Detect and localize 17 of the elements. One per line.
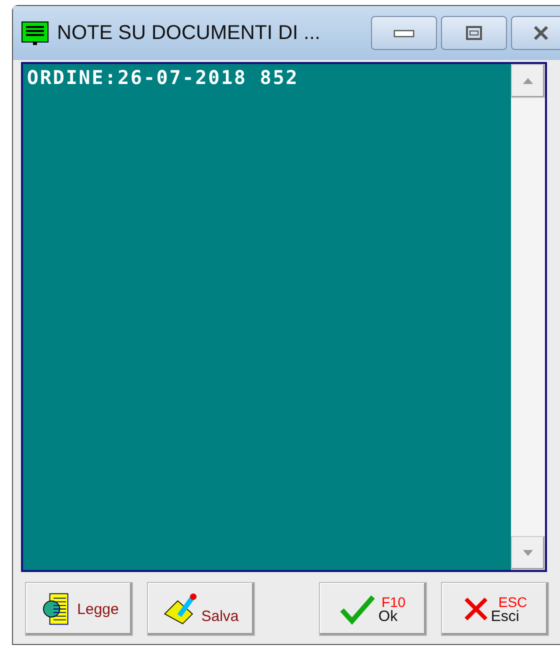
checkmark-icon <box>340 595 376 625</box>
read-button[interactable]: Legge <box>25 582 133 636</box>
minimize-button[interactable] <box>371 16 437 50</box>
note-text-area[interactable]: ORDINE:26-07-2018 852 <box>21 62 547 572</box>
document-icon <box>43 593 68 625</box>
note-text: ORDINE:26-07-2018 852 <box>26 66 300 91</box>
exit-button[interactable]: ESC Esci <box>441 582 549 636</box>
down-arrow-icon <box>522 549 534 557</box>
maximize-button[interactable] <box>441 16 507 50</box>
save-button[interactable]: Salva <box>147 582 255 636</box>
ok-button[interactable]: F10 Ok <box>319 582 427 636</box>
cross-icon <box>464 597 488 621</box>
pencil-note-icon <box>164 593 197 624</box>
window-title: NOTE SU DOCUMENTI DI ... <box>57 22 320 44</box>
close-button[interactable] <box>511 16 560 50</box>
app-icon <box>21 21 49 45</box>
up-arrow-icon <box>522 77 534 85</box>
